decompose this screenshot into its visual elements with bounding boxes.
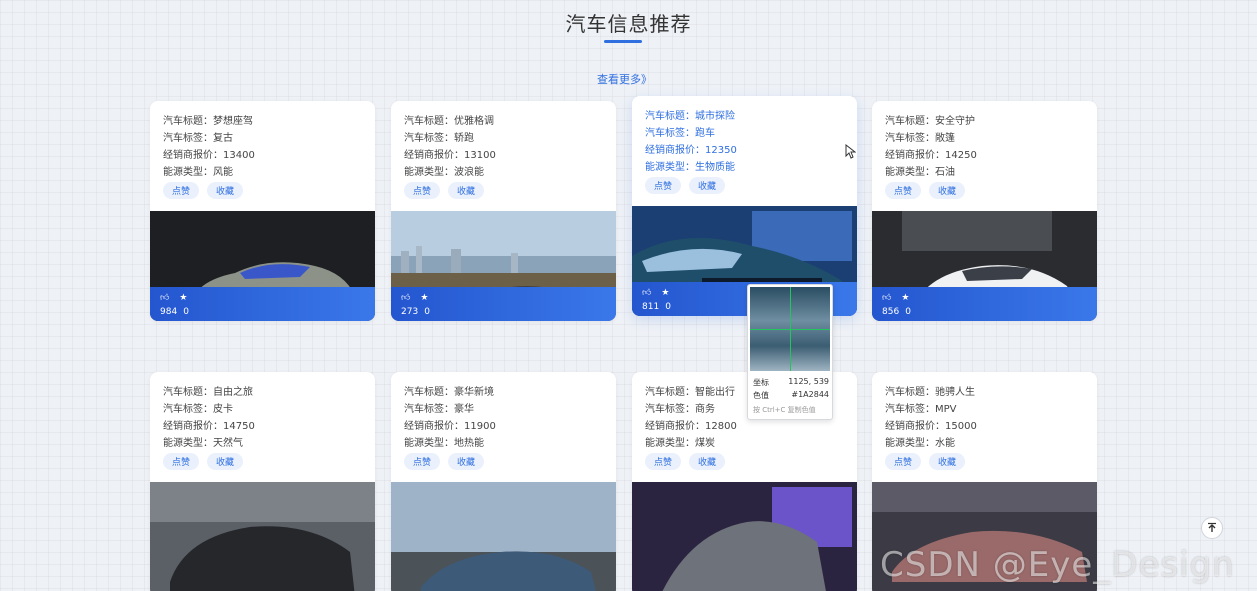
copy-hint: 按 Ctrl+C 复制色值 bbox=[753, 406, 816, 414]
like-button[interactable]: 点赞 bbox=[163, 182, 200, 199]
color-picker-popup: 坐标 1125, 539 色值 #1A2844 按 Ctrl+C 复制色值 bbox=[747, 284, 833, 420]
car-tag-line: 汽车标签：MPV bbox=[885, 404, 957, 415]
star-icon[interactable]: ★ bbox=[901, 293, 909, 305]
favorite-button[interactable]: 收藏 bbox=[207, 182, 244, 199]
car-price-line: 经销商报价：13400 bbox=[163, 150, 255, 161]
car-tag-line: 汽车标签：敞篷 bbox=[885, 133, 955, 144]
like-count: 984 bbox=[160, 307, 178, 317]
car-title-line: 汽车标题：驰骋人生 bbox=[885, 387, 975, 398]
star-icon[interactable]: ★ bbox=[179, 293, 187, 305]
car-tag-line: 汽车标签：皮卡 bbox=[163, 404, 233, 415]
car-price-line: 经销商报价：13100 bbox=[404, 150, 496, 161]
star-icon[interactable]: ★ bbox=[661, 288, 669, 300]
favorite-button[interactable]: 收藏 bbox=[689, 177, 726, 194]
star-icon[interactable]: ★ bbox=[420, 293, 428, 305]
car-tag-line: 汽车标签：跑车 bbox=[645, 128, 715, 139]
car-tag-line: 汽车标签：豪华 bbox=[404, 404, 474, 415]
car-title-line: 汽车标题：城市探险 bbox=[645, 111, 735, 122]
car-photo[interactable]: 👍︎ ★ 273 0 bbox=[391, 211, 616, 321]
car-title-line: 汽车标题：自由之旅 bbox=[163, 387, 253, 398]
car-photo[interactable] bbox=[391, 482, 616, 591]
favorite-count: 0 bbox=[905, 307, 911, 317]
car-energy-line: 能源类型：石油 bbox=[885, 167, 955, 178]
thumbs-up-icon[interactable]: 👍︎ bbox=[401, 293, 410, 305]
like-count: 856 bbox=[882, 307, 900, 317]
car-energy-line: 能源类型：生物质能 bbox=[645, 162, 735, 173]
favorite-button[interactable]: 收藏 bbox=[448, 182, 485, 199]
car-price-line: 经销商报价：12800 bbox=[645, 421, 737, 432]
like-button[interactable]: 点赞 bbox=[163, 453, 200, 470]
section-title: 汽车信息推荐 bbox=[565, 12, 692, 36]
car-photo[interactable] bbox=[150, 482, 375, 591]
car-card[interactable]: 汽车标题：自由之旅 汽车标签：皮卡 经销商报价：14750 能源类型：天然气 点… bbox=[150, 372, 375, 591]
car-energy-line: 能源类型：波浪能 bbox=[404, 167, 484, 178]
car-title-line: 汽车标题：梦想座驾 bbox=[163, 116, 253, 127]
favorite-button[interactable]: 收藏 bbox=[448, 453, 485, 470]
car-tag-line: 汽车标签：轿跑 bbox=[404, 133, 474, 144]
car-title-line: 汽车标题：豪华新境 bbox=[404, 387, 494, 398]
like-button[interactable]: 点赞 bbox=[885, 182, 922, 199]
car-photo[interactable]: 👍︎ ★ 984 0 bbox=[150, 211, 375, 321]
favorite-button[interactable]: 收藏 bbox=[929, 453, 966, 470]
thumbs-up-icon[interactable]: 👍︎ bbox=[882, 293, 891, 305]
car-card[interactable]: 汽车标题：城市探险 汽车标签：跑车 经销商报价：12350 能源类型：生物质能 … bbox=[632, 96, 857, 316]
car-price-line: 经销商报价：11900 bbox=[404, 421, 496, 432]
favorite-count: 0 bbox=[665, 302, 671, 312]
car-energy-line: 能源类型：水能 bbox=[885, 438, 955, 449]
like-count: 811 bbox=[642, 302, 660, 312]
like-button[interactable]: 点赞 bbox=[645, 453, 682, 470]
favorite-button[interactable]: 收藏 bbox=[689, 453, 726, 470]
car-price-line: 经销商报价：14750 bbox=[163, 421, 255, 432]
car-price-line: 经销商报价：12350 bbox=[645, 145, 737, 156]
car-photo[interactable]: 👍︎ ★ 856 0 bbox=[872, 211, 1097, 321]
like-button[interactable]: 点赞 bbox=[404, 182, 441, 199]
mouse-cursor-icon bbox=[845, 143, 857, 163]
car-card[interactable]: 汽车标题：优雅格调 汽车标签：轿跑 经销商报价：13100 能源类型：波浪能 点… bbox=[391, 101, 616, 321]
car-price-line: 经销商报价：14250 bbox=[885, 150, 977, 161]
car-card[interactable]: 汽车标题：安全守护 汽车标签：敞篷 经销商报价：14250 能源类型：石油 点赞… bbox=[872, 101, 1097, 321]
car-energy-line: 能源类型：风能 bbox=[163, 167, 233, 178]
back-to-top-button[interactable] bbox=[1201, 517, 1223, 539]
car-title-line: 汽车标题：优雅格调 bbox=[404, 116, 494, 127]
car-energy-line: 能源类型：天然气 bbox=[163, 438, 243, 449]
like-button[interactable]: 点赞 bbox=[885, 453, 922, 470]
car-title-line: 汽车标题：安全守护 bbox=[885, 116, 975, 127]
favorite-count: 0 bbox=[183, 307, 189, 317]
car-tag-line: 汽车标签：复古 bbox=[163, 133, 233, 144]
stats-bar: 👍︎ ★ 856 0 bbox=[872, 287, 1097, 321]
magnifier bbox=[750, 287, 830, 371]
title-underline bbox=[604, 40, 642, 43]
stats-bar: 👍︎ ★ 273 0 bbox=[391, 287, 616, 321]
color-row: 色值 #1A2844 bbox=[753, 390, 829, 400]
favorite-count: 0 bbox=[424, 307, 430, 317]
coord-row: 坐标 1125, 539 bbox=[753, 377, 829, 387]
thumbs-up-icon[interactable]: 👍︎ bbox=[642, 288, 651, 300]
stats-bar: 👍︎ ★ 984 0 bbox=[150, 287, 375, 321]
like-button[interactable]: 点赞 bbox=[645, 177, 682, 194]
car-energy-line: 能源类型：地热能 bbox=[404, 438, 484, 449]
car-price-line: 经销商报价：15000 bbox=[885, 421, 977, 432]
car-energy-line: 能源类型：煤炭 bbox=[645, 438, 715, 449]
favorite-button[interactable]: 收藏 bbox=[929, 182, 966, 199]
favorite-button[interactable]: 收藏 bbox=[207, 453, 244, 470]
car-photo[interactable] bbox=[632, 482, 857, 591]
thumbs-up-icon[interactable]: 👍︎ bbox=[160, 293, 169, 305]
watermark: CSDN @Eye_Design bbox=[880, 545, 1235, 585]
view-more-link[interactable]: 查看更多》 bbox=[597, 71, 652, 87]
like-count: 273 bbox=[401, 307, 419, 317]
car-card[interactable]: 汽车标题：梦想座驾 汽车标签：复古 经销商报价：13400 能源类型：风能 点赞… bbox=[150, 101, 375, 321]
arrow-up-icon bbox=[1208, 522, 1216, 532]
car-card[interactable]: 汽车标题：豪华新境 汽车标签：豪华 经销商报价：11900 能源类型：地热能 点… bbox=[391, 372, 616, 591]
like-button[interactable]: 点赞 bbox=[404, 453, 441, 470]
